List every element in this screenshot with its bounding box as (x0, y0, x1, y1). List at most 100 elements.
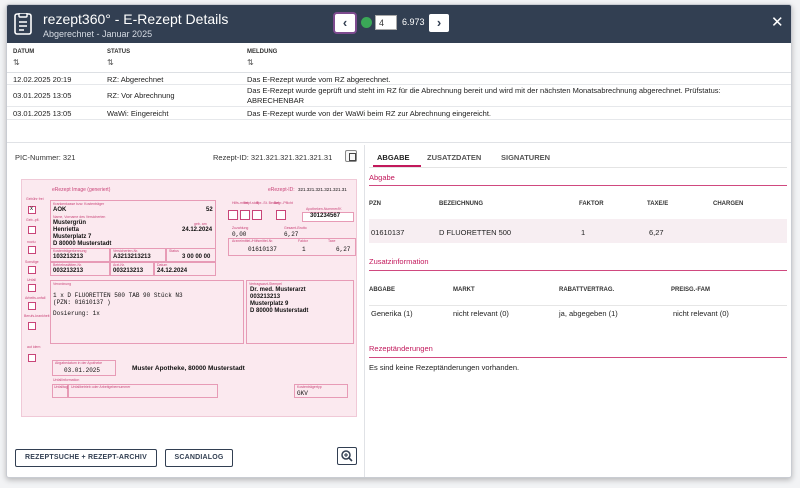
column-rabattvertrag[interactable]: RABATTVERTRAG. (559, 287, 614, 293)
copy-icon[interactable] (345, 150, 357, 162)
erx-id-value: 321.321.321.321.321.31 (298, 187, 347, 192)
column-bezeichnung[interactable]: BEZEICHNUNG (439, 201, 483, 207)
abgabe-label: Abgabedatum in der Apotheke (55, 361, 103, 365)
section-divider (369, 270, 787, 271)
erx-heading: eRezept Image (generiert) (52, 187, 111, 193)
column-datum-label: DATUM (13, 49, 35, 55)
sort-icon[interactable]: ⇅ (13, 58, 34, 67)
row-meldung: Das E-Rezept wurde vom RZ abgerechnet. (247, 75, 391, 84)
column-markt[interactable]: MARKT (453, 287, 475, 293)
arzt-nummer: 003213213 (250, 294, 281, 300)
side-label: Arbeits-unfall (25, 296, 46, 300)
close-icon[interactable]: ✕ (771, 15, 784, 30)
tab-zusatzdaten[interactable]: ZUSATZDATEN (427, 153, 481, 162)
gesamt-label: Gesamt-Brutto (284, 226, 307, 230)
page-number-input[interactable]: 4 (375, 15, 397, 30)
row-status: RZ: Vor Abrechnung (107, 91, 175, 100)
column-meldung-label: MELDUNG (247, 49, 278, 55)
patient-label: Name, Vorname des Versicherten (53, 215, 106, 219)
arzt-nr: 003213213 (113, 268, 144, 274)
abgabe-section-title: Abgabe (369, 173, 395, 182)
vers-label: Versicherten-Nr. (113, 249, 139, 253)
checkbox (28, 302, 36, 310)
zusatz-section-title: Zusatzinformation (369, 257, 429, 266)
erx-id-label: eRezept-ID: (268, 187, 295, 193)
sort-icon[interactable]: ⇅ (107, 58, 130, 67)
hilfs-label: Begr.-Pflicht (274, 201, 293, 205)
lanr-label: Arzt-Nr. (113, 263, 125, 267)
patient-city: D 80000 Musterstadt (53, 241, 112, 247)
column-abgabe[interactable]: ABGABE (369, 287, 395, 293)
zuzahlung: 0,00 (232, 231, 247, 238)
erx-taxe: 6,27 (336, 246, 351, 253)
erx-pzn: 01610137 (248, 246, 277, 253)
row-status: RZ: Abgerechnet (107, 75, 164, 84)
next-prescription-button[interactable]: › (429, 14, 449, 32)
previous-prescription-button[interactable]: ‹ (335, 14, 355, 32)
checkbox (228, 210, 238, 220)
section-divider (7, 142, 791, 143)
magnifier-icon (341, 450, 353, 462)
verordnung-line: (PZN: 01610137 ) (53, 299, 111, 306)
unfall-label: Unfallinformation (53, 378, 80, 382)
checkbox: x (28, 206, 36, 214)
checkbox (240, 210, 250, 220)
tab-signaturen[interactable]: SIGNATUREN (501, 153, 550, 162)
row-datum: 03.01.2025 13:05 (13, 91, 72, 100)
column-faktor[interactable]: FAKTOR (579, 201, 604, 207)
patient-vorname: Henrietta (53, 227, 80, 233)
table-row[interactable]: 03.01.2025 13:05 WaWi: Eingereicht Das E… (7, 107, 791, 120)
status-table-header: DATUM ⇅ STATUS ⇅ MELDUNG ⇅ (7, 43, 791, 73)
faktor-label: Faktor (298, 239, 308, 243)
title-bar: rezept360° - E-Rezept Details Abgerechne… (7, 5, 791, 43)
checkbox (252, 210, 262, 220)
table-row[interactable]: 12.02.2025 20:19 RZ: Abgerechnet Das E-R… (7, 73, 791, 85)
geburtsdatum: 24.12.2024 (182, 227, 213, 233)
window-title: rezept360° - E-Rezept Details (43, 11, 229, 27)
patient-street: Musterplatz 7 (53, 234, 92, 240)
taxe-label: Taxe (328, 239, 336, 243)
row-meldung: Das E-Rezept wurde von der WaWi beim RZ … (247, 109, 491, 118)
gesamt-brutto: 6,27 (284, 231, 299, 238)
column-status-label: STATUS (107, 49, 131, 55)
checkbox (28, 354, 36, 362)
table-row[interactable]: 03.01.2025 13:05 RZ: Vor Abrechnung Das … (7, 85, 791, 107)
section-divider (369, 357, 787, 358)
kasse: AOK (53, 207, 67, 213)
side-label: Unfall (27, 278, 36, 282)
row-meldung: Das E-Rezept wurde geprüft und steht im … (247, 86, 721, 105)
pic-number: PIC-Nummer: 321 (15, 153, 76, 162)
kostentraeger-typ: GKV (297, 390, 308, 397)
verordnung-label: Verordnung (53, 282, 72, 286)
zusatz-preisg: nicht relevant (0) (673, 309, 729, 318)
checkbox (28, 266, 36, 274)
section-divider (369, 185, 787, 186)
tab-abgabe[interactable]: ABGABE (377, 153, 410, 162)
arzt-name: Dr. med. Musterarzt (250, 287, 306, 293)
abgabe-pzn: 01610137 (371, 228, 405, 237)
kostentraegerkennung: 103213213 (53, 254, 84, 260)
verordnung-line: Dosierung: 1x (53, 310, 100, 317)
panel-divider (364, 145, 365, 477)
verordnung-line: 1 x D FLUORETTEN 500 TAB 90 Stück N3 (53, 292, 183, 299)
rezeptsuche-archiv-button[interactable]: REZEPTSUCHE + REZEPT-ARCHIV (15, 449, 157, 467)
zusatz-abgabe: Generika (1) (371, 309, 413, 318)
sort-icon[interactable]: ⇅ (247, 58, 277, 67)
scandialog-button[interactable]: SCANDIALOG (165, 449, 233, 467)
column-meldung[interactable]: MELDUNG ⇅ (247, 49, 277, 67)
patient-name: Mustergrün (53, 220, 86, 226)
column-preisg-fam[interactable]: PREISG.-FAM (671, 287, 710, 293)
checkbox (276, 210, 286, 220)
table-row[interactable] (369, 219, 787, 243)
column-pzn[interactable]: PZN (369, 201, 381, 207)
column-datum[interactable]: DATUM ⇅ (13, 49, 34, 67)
row-datum: 12.02.2025 20:19 (13, 75, 72, 84)
column-status[interactable]: STATUS ⇅ (107, 49, 130, 67)
column-taxe[interactable]: TAXE/E (647, 201, 668, 207)
betriebsstaetten-nr: 003213213 (53, 268, 84, 274)
zoom-icon[interactable] (337, 447, 357, 465)
unfalltag-label: Unfalltag (54, 385, 68, 389)
column-chargen[interactable]: CHARGEN (713, 201, 743, 207)
side-label: noctu (27, 240, 36, 244)
unfallbetrieb-label: Unfallbetrieb oder Arbeitgebernummer (71, 385, 131, 389)
